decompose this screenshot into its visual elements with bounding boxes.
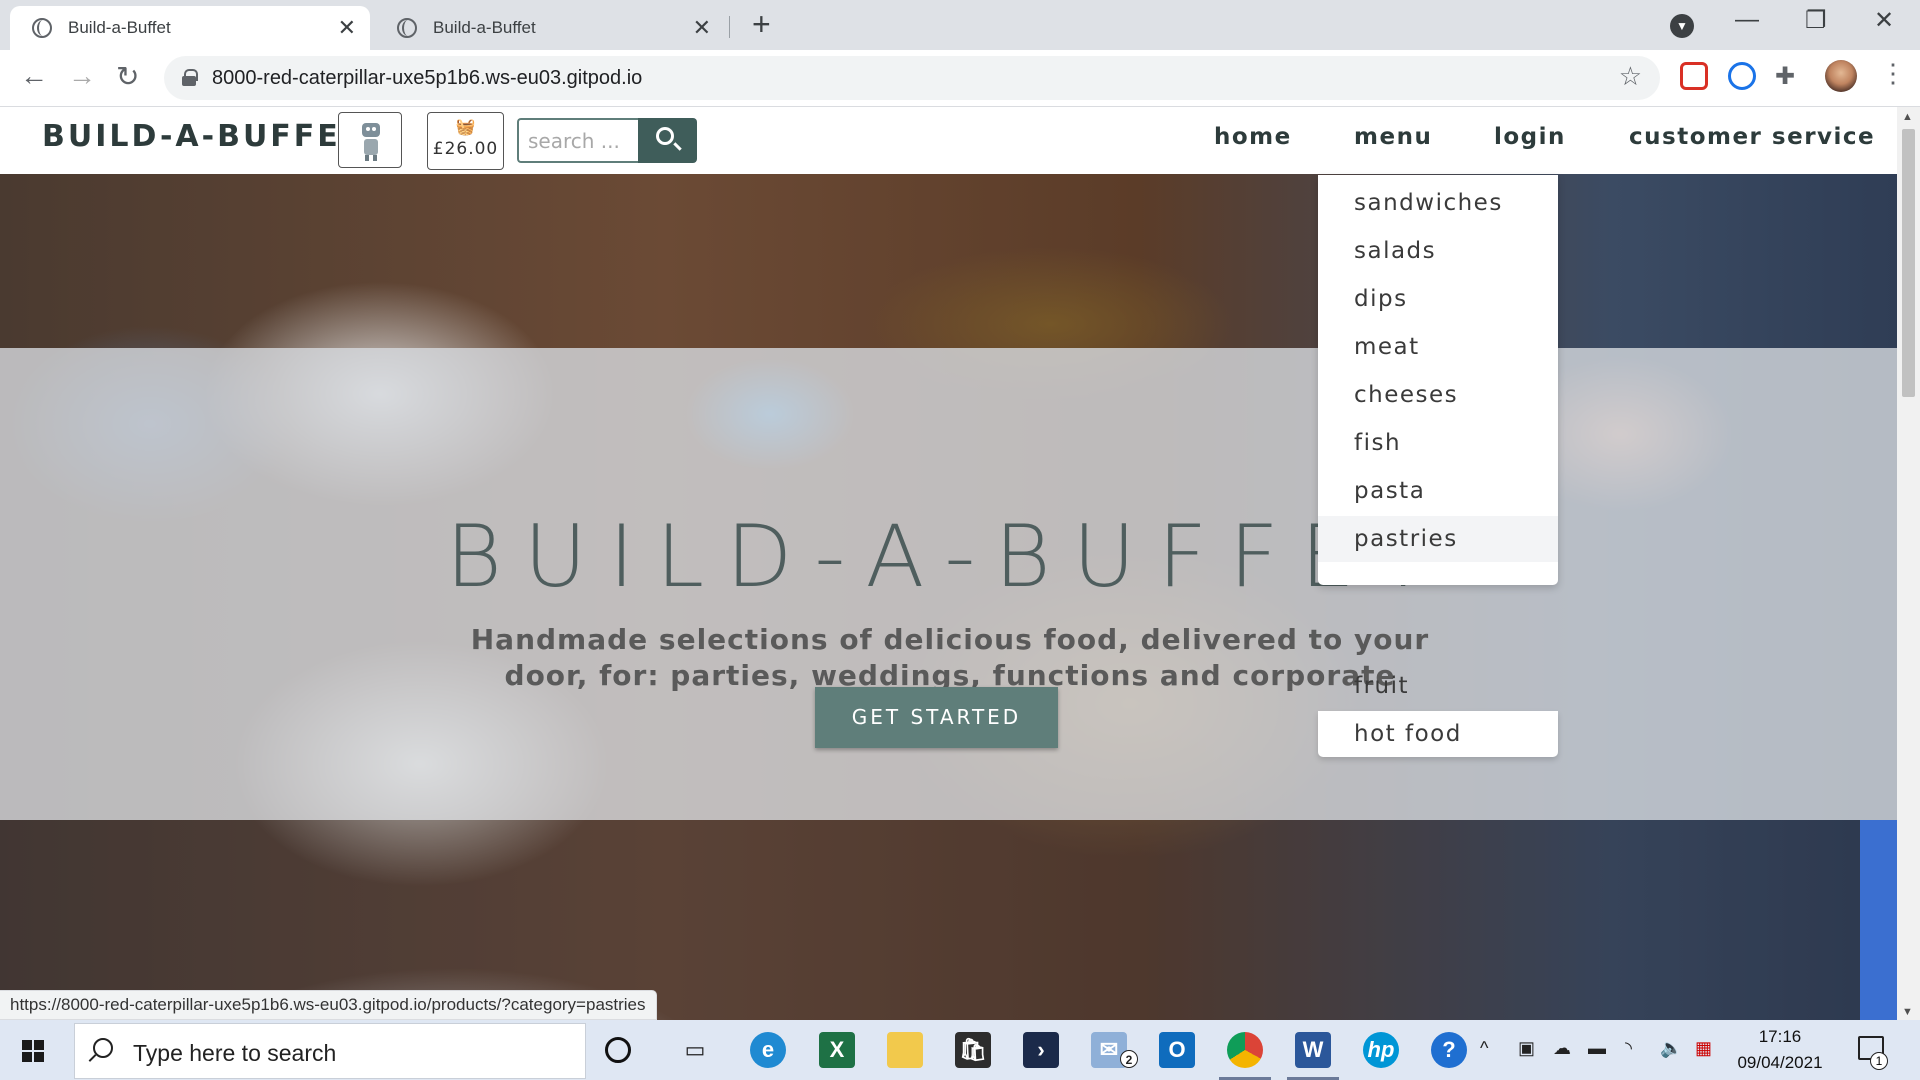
scroll-up-arrow[interactable]: ▲ [1902,111,1913,123]
page-scrollbar[interactable]: ▲ ▼ [1897,107,1920,1020]
nav-menu[interactable]: menu [1354,124,1432,150]
extensions-puzzle-icon[interactable]: ✚ [1775,62,1795,91]
windows-taskbar: Type here to search ▭ e X 🛍 › ✉ 2 O W hp… [0,1020,1920,1080]
search-button[interactable] [638,118,697,163]
forward-icon[interactable]: → [68,60,96,92]
hero-title: BUILD-A-BUFFET [445,507,1452,607]
help-icon[interactable]: ? [1431,1032,1467,1068]
menu-item-salads[interactable]: salads [1318,228,1558,274]
system-clock[interactable]: 17:16 09/04/2021 [1720,1024,1840,1076]
cortana-icon[interactable] [605,1037,631,1063]
lock-icon [182,69,198,86]
nav-customer-service[interactable]: customer service [1629,124,1875,150]
volume-icon[interactable]: 🔈 [1660,1038,1682,1059]
scroll-down-arrow[interactable]: ▼ [1902,1006,1913,1018]
get-started-button[interactable]: GET STARTED [815,687,1058,748]
new-tab-button[interactable]: + [752,6,771,43]
browser-tab-strip: Build-a-Buffet ✕ Build-a-Buffet ✕ + ▼ — … [0,0,1920,50]
menu-item-pasta[interactable]: pasta [1318,468,1558,514]
battery-icon[interactable]: ▬ [1588,1038,1606,1059]
browser-tab-active[interactable]: Build-a-Buffet ✕ [10,6,370,50]
wifi-icon[interactable]: ◝ [1625,1038,1632,1059]
show-hidden-icons[interactable]: ^ [1480,1038,1488,1059]
address-bar[interactable]: 8000-red-caterpillar-uxe5p1b6.ws-eu03.gi… [164,56,1660,100]
menu-item-fish[interactable]: fish [1318,420,1558,466]
reload-icon[interactable]: ↻ [116,60,139,93]
store-icon[interactable]: 🛍 [955,1032,991,1068]
menu-item-dips[interactable]: dips [1318,276,1558,322]
site-header: BUILD-A-BUFFET 🧺 £26.00 home menu login … [0,107,1897,174]
page-viewport: BUILD-A-BUFFET Handmade selections of de… [0,107,1897,1020]
search-icon [656,127,674,145]
notification-badge: 1 [1870,1052,1888,1070]
basket-button[interactable]: 🧺 £26.00 [427,112,504,170]
menu-item-hot-food[interactable]: hot food [1318,711,1558,757]
file-explorer-icon[interactable] [887,1032,923,1068]
tab-title: Build-a-Buffet [68,18,171,37]
site-logo[interactable]: BUILD-A-BUFFET [42,119,364,154]
account-robot-button[interactable] [338,112,402,168]
clock-date: 09/04/2021 [1737,1053,1823,1072]
menu-item-pastries[interactable]: pastries [1318,516,1558,562]
mail-badge: 2 [1120,1050,1138,1068]
globe-icon [32,18,52,38]
chrome-icon[interactable] [1219,1032,1271,1080]
nav-login[interactable]: login [1494,124,1566,150]
taskbar-search-placeholder: Type here to search [133,1040,337,1066]
scrollbar-thumb[interactable] [1902,129,1915,397]
decorative-blue-stripe [1860,820,1897,1020]
back-icon[interactable]: ← [20,60,48,92]
nav-home[interactable]: home [1214,124,1292,150]
url-text: 8000-red-caterpillar-uxe5p1b6.ws-eu03.gi… [212,67,643,89]
menu-item-cheeses[interactable]: cheeses [1318,372,1558,418]
pocket-extension-icon[interactable] [1680,62,1708,90]
meet-icon[interactable]: ▣ [1518,1038,1535,1059]
taskbar-search-box[interactable]: Type here to search [74,1023,586,1079]
tab-title: Build-a-Buffet [433,18,536,37]
browser-toolbar: ← → ↻ 8000-red-caterpillar-uxe5p1b6.ws-e… [0,50,1920,107]
minimize-icon[interactable]: — [1735,6,1759,34]
restore-icon[interactable]: ❐ [1805,6,1827,35]
link-status-bar: https://8000-red-caterpillar-uxe5p1b6.ws… [0,990,657,1020]
shield-extension-icon[interactable] [1728,62,1756,90]
bookmark-star-icon[interactable]: ☆ [1619,61,1642,92]
menu-item-meat[interactable]: meat [1318,324,1558,370]
browser-tab-inactive[interactable]: Build-a-Buffet ✕ [375,6,725,50]
close-tab-icon[interactable]: ✕ [338,15,356,41]
globe-icon [397,18,417,38]
close-tab-icon[interactable]: ✕ [693,15,711,41]
profile-avatar[interactable] [1825,60,1857,92]
search-input[interactable] [517,118,638,163]
browser-menu-icon[interactable]: ⋮ [1880,58,1906,89]
word-icon[interactable]: W [1287,1032,1339,1080]
tab-separator [729,16,730,38]
search-icon [93,1038,113,1058]
tab-search-icon[interactable]: ▼ [1670,14,1694,38]
robot-icon [359,121,383,161]
menu-item-fruit[interactable]: fruit [1318,663,1558,709]
basket-icon: 🧺 [455,119,476,136]
terminal-app-icon[interactable]: › [1023,1032,1059,1068]
excel-icon[interactable]: X [819,1032,855,1068]
menu-dropdown: sandwiches salads dips meat cheeses fish… [1318,175,1558,585]
clock-time: 17:16 [1758,1027,1802,1046]
close-window-icon[interactable]: ✕ [1874,6,1894,35]
hp-icon[interactable]: hp [1363,1032,1399,1068]
outlook-icon[interactable]: O [1159,1032,1195,1068]
calendar-notification-icon[interactable]: ▦ [1695,1038,1712,1059]
windows-start-icon[interactable] [22,1040,44,1062]
onedrive-icon[interactable]: ☁ [1553,1038,1571,1059]
edge-icon[interactable]: e [750,1032,786,1068]
basket-total: £26.00 [432,139,499,159]
menu-item-sandwiches[interactable]: sandwiches [1318,180,1558,226]
task-view-icon[interactable]: ▭ [677,1032,713,1068]
